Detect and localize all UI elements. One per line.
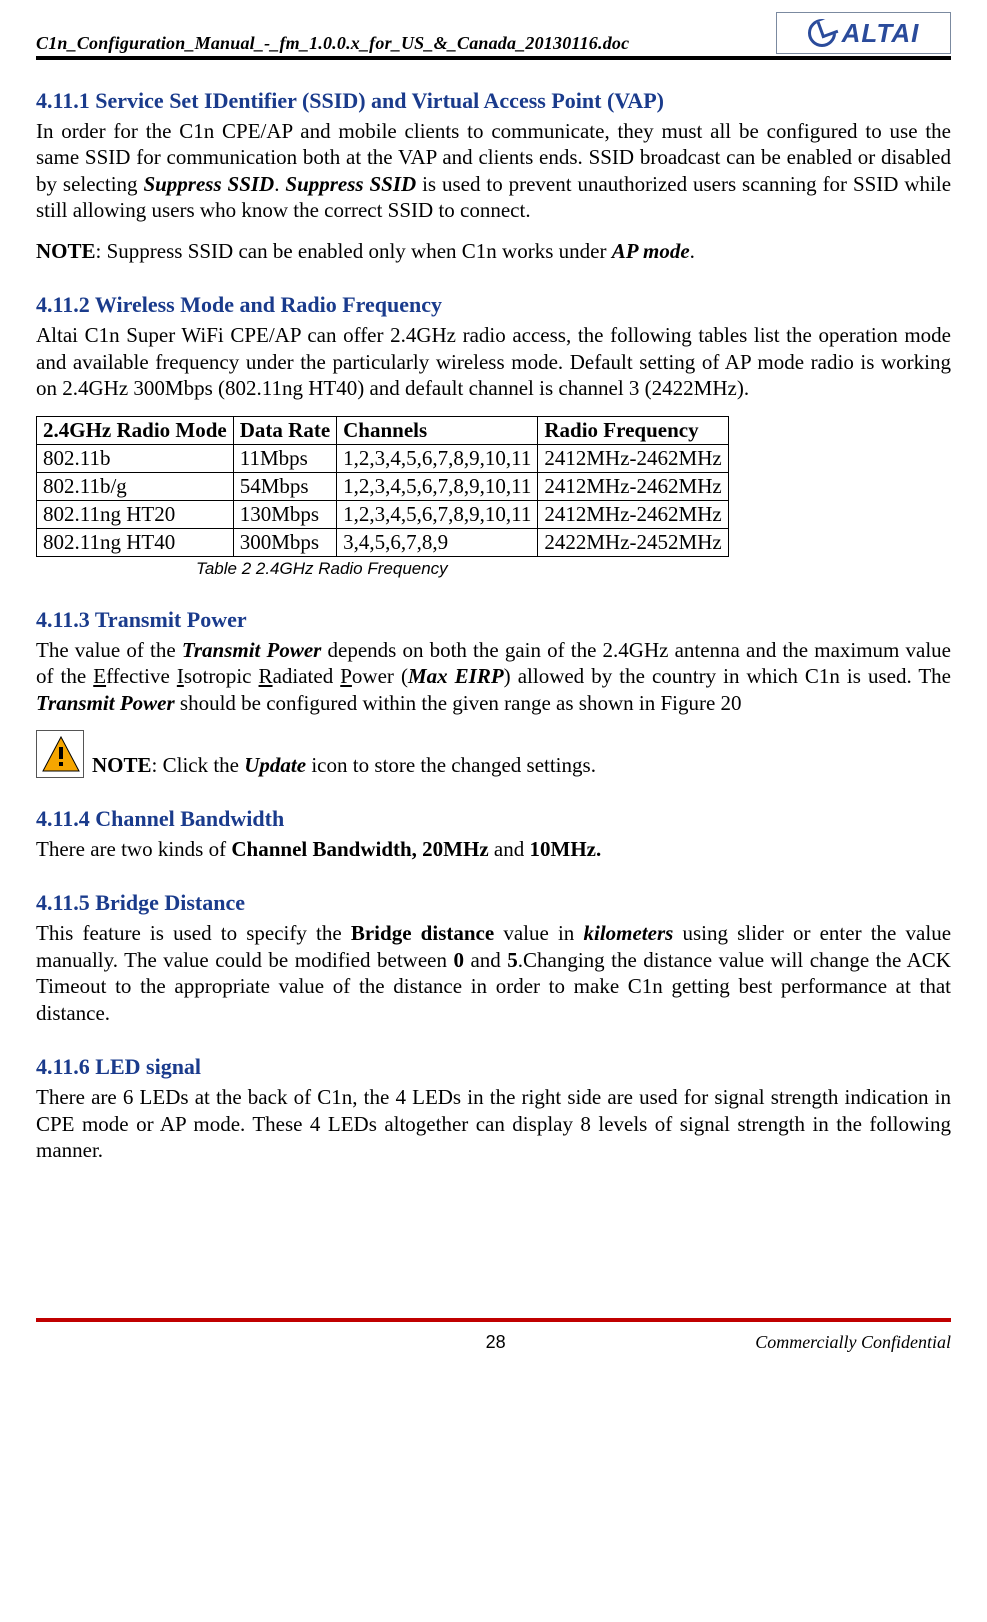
heading-4-11-1: 4.11.1 Service Set IDentifier (SSID) and… — [36, 88, 951, 114]
text: This feature is used to specify the — [36, 921, 351, 945]
cell: 802.11b/g — [37, 472, 234, 500]
table-header-row: 2.4GHz Radio Mode Data Rate Channels Rad… — [37, 416, 729, 444]
text: and — [464, 948, 507, 972]
text: There are two kinds of — [36, 837, 231, 861]
col-mode: 2.4GHz Radio Mode — [37, 416, 234, 444]
text: . — [690, 239, 695, 263]
text: icon to store the changed settings. — [306, 753, 596, 777]
text: sotropic — [184, 664, 259, 688]
text-bold: 0 — [453, 948, 464, 972]
paragraph: There are two kinds of Channel Bandwidth… — [36, 836, 951, 862]
text-bold: Channel Bandwidth, 20MHz — [231, 837, 488, 861]
note-text: NOTE: Click the Update icon to store the… — [92, 753, 596, 778]
text: and — [489, 837, 530, 861]
table-caption: Table 2 2.4GHz Radio Frequency — [196, 559, 951, 579]
heading-4-11-6: 4.11.6 LED signal — [36, 1054, 951, 1080]
text-emph: Max EIRP — [408, 664, 504, 688]
paragraph: Altai C1n Super WiFi CPE/AP can offer 2.… — [36, 322, 951, 401]
altai-logo: ALTAI — [776, 12, 951, 54]
text-emph: Transmit Power — [36, 691, 175, 715]
text-emph: kilometers — [583, 921, 673, 945]
page-number: 28 — [486, 1332, 506, 1353]
radio-frequency-table: 2.4GHz Radio Mode Data Rate Channels Rad… — [36, 416, 729, 557]
cell: 54Mbps — [233, 472, 336, 500]
text-emph: Suppress SSID — [285, 172, 416, 196]
table-row: 802.11b/g 54Mbps 1,2,3,4,5,6,7,8,9,10,11… — [37, 472, 729, 500]
heading-4-11-5: 4.11.5 Bridge Distance — [36, 890, 951, 916]
text-bold: 5 — [507, 948, 518, 972]
cell: 2422MHz-2452MHz — [538, 528, 728, 556]
text-bold: Bridge distance — [351, 921, 494, 945]
cell: 3,4,5,6,7,8,9 — [337, 528, 538, 556]
logo-mark-icon — [808, 19, 836, 47]
text-emph: Suppress SSID — [143, 172, 274, 196]
text: adiated — [273, 664, 341, 688]
text-emph: Transmit Power — [182, 638, 322, 662]
text: ) allowed by the country in which C1n is… — [504, 664, 951, 688]
cell: 2412MHz-2462MHz — [538, 500, 728, 528]
note-paragraph: NOTE: Suppress SSID can be enabled only … — [36, 238, 951, 264]
paragraph: The value of the Transmit Power depends … — [36, 637, 951, 716]
cell: 130Mbps — [233, 500, 336, 528]
cell: 300Mbps — [233, 528, 336, 556]
text: : Suppress SSID can be enabled only when… — [96, 239, 612, 263]
table-row: 802.11ng HT20 130Mbps 1,2,3,4,5,6,7,8,9,… — [37, 500, 729, 528]
cell: 1,2,3,4,5,6,7,8,9,10,11 — [337, 444, 538, 472]
paragraph: This feature is used to specify the Brid… — [36, 920, 951, 1026]
col-freq: Radio Frequency — [538, 416, 728, 444]
text-bold: 10MHz. — [530, 837, 602, 861]
cell: 1,2,3,4,5,6,7,8,9,10,11 — [337, 500, 538, 528]
logo-text: ALTAI — [842, 18, 920, 49]
heading-4-11-4: 4.11.4 Channel Bandwidth — [36, 806, 951, 832]
text-emph: Update — [244, 753, 306, 777]
text: ower ( — [352, 664, 408, 688]
text: : Click the — [152, 753, 245, 777]
text: . — [274, 172, 285, 196]
cell: 2412MHz-2462MHz — [538, 444, 728, 472]
col-rate: Data Rate — [233, 416, 336, 444]
note-label: NOTE — [92, 753, 152, 777]
text-u: I — [177, 664, 184, 688]
cell: 2412MHz-2462MHz — [538, 472, 728, 500]
note-row: NOTE: Click the Update icon to store the… — [36, 730, 951, 778]
text-u: R — [259, 664, 273, 688]
paragraph: There are 6 LEDs at the back of C1n, the… — [36, 1084, 951, 1163]
col-channels: Channels — [337, 416, 538, 444]
text-u: P — [340, 664, 352, 688]
document-filename: C1n_Configuration_Manual_-_fm_1.0.0.x_fo… — [36, 33, 629, 54]
page: C1n_Configuration_Manual_-_fm_1.0.0.x_fo… — [0, 0, 987, 1622]
table-row: 802.11b 11Mbps 1,2,3,4,5,6,7,8,9,10,11 2… — [37, 444, 729, 472]
heading-4-11-3: 4.11.3 Transmit Power — [36, 607, 951, 633]
text: should be configured within the given ra… — [175, 691, 742, 715]
page-header: C1n_Configuration_Manual_-_fm_1.0.0.x_fo… — [36, 12, 951, 60]
paragraph: In order for the C1n CPE/AP and mobile c… — [36, 118, 951, 224]
text-emph: AP mode — [612, 239, 690, 263]
text-u: E — [93, 664, 106, 688]
text: ffective — [106, 664, 177, 688]
table-row: 802.11ng HT40 300Mbps 3,4,5,6,7,8,9 2422… — [37, 528, 729, 556]
heading-4-11-2: 4.11.2 Wireless Mode and Radio Frequency — [36, 292, 951, 318]
text: value in — [494, 921, 583, 945]
text: The value of the — [36, 638, 182, 662]
note-label: NOTE — [36, 239, 96, 263]
cell: 1,2,3,4,5,6,7,8,9,10,11 — [337, 472, 538, 500]
warning-icon — [36, 730, 84, 778]
cell: 802.11ng HT20 — [37, 500, 234, 528]
cell: 11Mbps — [233, 444, 336, 472]
page-footer: 28 Commercially Confidential — [36, 1322, 951, 1353]
cell: 802.11b — [37, 444, 234, 472]
cell: 802.11ng HT40 — [37, 528, 234, 556]
confidential-label: Commercially Confidential — [755, 1332, 951, 1353]
